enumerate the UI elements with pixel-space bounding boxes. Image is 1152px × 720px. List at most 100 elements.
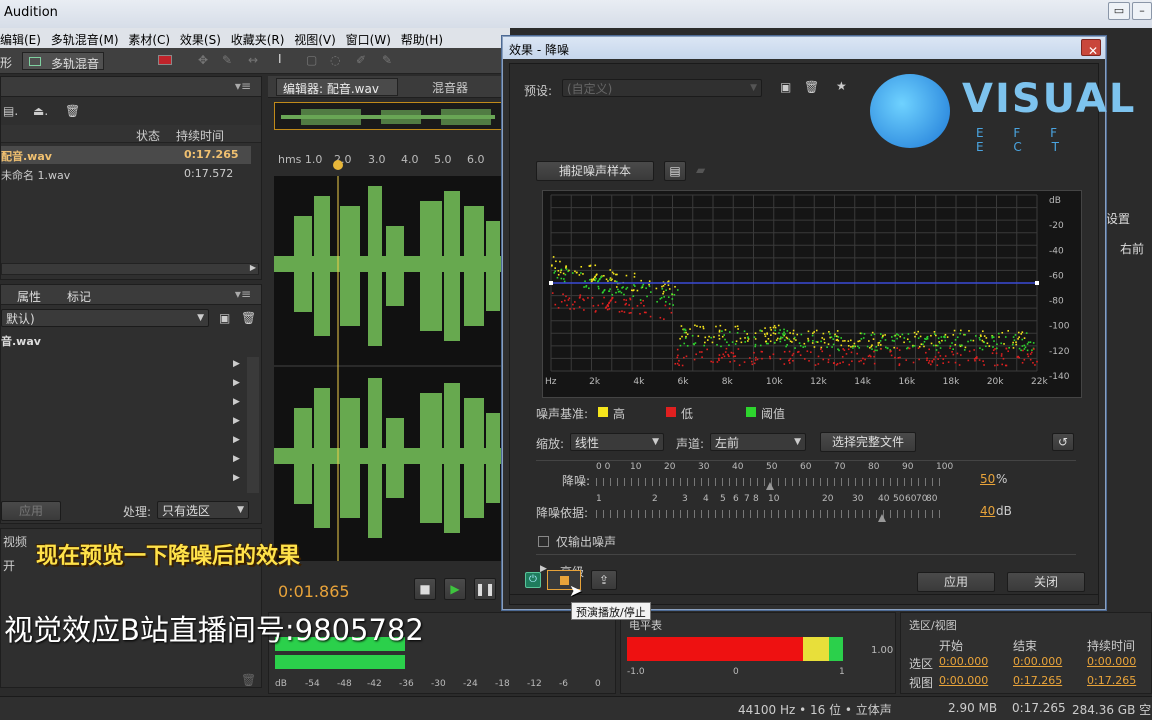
noise-point [607,280,609,282]
playhead-handle[interactable] [333,160,343,170]
menu-clip[interactable]: 素材(C) [128,28,176,48]
tab-editor[interactable]: 编辑器: 配音.wav [276,78,398,96]
view-duration[interactable]: 0:17.265 [1087,674,1136,687]
delete-preset-icon[interactable]: 🗑 [804,80,819,94]
save-preset-icon[interactable]: ▣ [780,80,791,94]
save-noise-button[interactable]: ▤ [664,161,686,181]
timeline-ruler[interactable]: hms 1.0 2.0 3.0 4.0 5.0 6.0 [274,150,502,172]
menu-help[interactable]: 帮助(H) [401,28,449,48]
favorite-star-icon[interactable]: ★ [836,79,847,93]
sel-end[interactable]: 0:00.000 [1013,655,1062,668]
loop-button[interactable]: ⇪ [591,570,617,590]
preset-dropdown[interactable]: 默认) ▼ [1,309,209,327]
menu-view[interactable]: 视图(V) [294,28,342,48]
slip-tool-icon[interactable]: ↔ [248,53,258,67]
stop-button[interactable]: ■ [414,578,436,600]
record-icon[interactable] [158,55,172,65]
slot-expand-icon[interactable]: ▶ [233,454,240,464]
apply-button[interactable]: 应用 [917,572,995,592]
menu-effects[interactable]: 效果(S) [180,28,227,48]
noise-point [1018,336,1020,338]
settings-label[interactable]: 设置 [1106,210,1130,227]
minimize-button[interactable]: – [1132,2,1152,20]
sel-start[interactable]: 0:00.000 [939,655,988,668]
delete-preset-icon[interactable]: 🗑 [241,311,256,325]
trash-icon[interactable]: 🗑 [241,673,256,687]
waveform-display[interactable] [274,176,502,561]
noise-point [827,361,830,364]
panel-menu-icon[interactable]: ▾≡ [235,79,251,93]
healing-tool-icon[interactable]: ✎ [382,53,392,67]
overview-bar[interactable] [274,102,502,130]
app-title: Audition [4,5,58,20]
dialog-close-button[interactable]: ✕ [1081,39,1101,58]
process-dropdown[interactable]: 只有选区 ▼ [157,501,249,519]
tab-markers[interactable]: 标记 [67,288,91,305]
lasso-tool-icon[interactable]: ◌ [330,53,340,67]
rack-vscrollbar[interactable] [247,357,259,493]
noise-profile-graph[interactable]: Hz 2k 4k 6k 8k 10k 12k 14k 16k 18k 20k 22k dB -20 -40 -… [542,190,1082,398]
move-tool-icon[interactable]: ✥ [198,53,208,67]
channel-select[interactable]: 左前 ▼ [710,433,806,451]
menu-multitrack[interactable]: 多轨混音(M) [51,28,125,48]
tab-mixer[interactable]: 混音器 [432,79,468,96]
sel-duration[interactable]: 0:00.000 [1087,655,1136,668]
reduce-by-slider[interactable]: 1 2 3 4 5 6 7 8 10 20 30 40 50 60 70 80 [596,494,946,522]
reduce-by-value[interactable]: 40 [980,504,995,518]
noise-point [796,333,799,336]
close-button[interactable]: 关闭 [1007,572,1085,592]
files-hscrollbar[interactable]: ▶ [1,263,259,275]
delete-icon[interactable]: 🗑 [65,104,80,118]
waveform-mode-label[interactable]: 形 [0,54,12,71]
power-toggle-icon[interactable]: ⏻ [525,572,541,588]
select-entire-file-button[interactable]: 选择完整文件 [820,432,916,452]
open-folder-icon[interactable]: ▰ [696,163,705,177]
noise-point [614,301,617,303]
capture-noise-button[interactable]: 捕捉噪声样本 [536,161,654,181]
slot-expand-icon[interactable]: ▶ [233,397,240,407]
noise-point [764,335,767,338]
apply-rack-button[interactable]: 应用 [1,501,61,521]
noise-point [597,280,600,282]
multitrack-button[interactable]: 多轨混音 [22,52,104,71]
scale-select[interactable]: 线性 ▼ [570,433,664,451]
reset-button[interactable]: ↺ [1052,433,1074,451]
x-tick-label: 22k [1031,377,1048,387]
noise-point [564,299,566,302]
panel-menu-icon[interactable]: ▾≡ [235,287,251,301]
save-preset-icon[interactable]: ▣ [219,311,230,325]
view-end[interactable]: 0:17.265 [1013,674,1062,687]
file-row[interactable]: 未命名 1.wav 0:17.572 [1,165,251,183]
play-button[interactable]: ▶ [444,578,466,600]
file-row[interactable]: 配音.wav 0:17.265 [1,146,251,164]
menu-window[interactable]: 窗口(W) [346,28,397,48]
time-select-tool-icon[interactable]: I [278,52,282,66]
import-icon[interactable]: ⏏. [33,104,48,118]
open-file-icon[interactable]: ▤. [3,104,18,118]
selection-row-label: 选区 [909,657,934,671]
reduction-slider[interactable]: 0 0 10 20 30 40 50 60 70 80 90 100 [596,462,953,490]
preset-select[interactable]: (自定义) ▼ [562,79,762,97]
razor-tool-icon[interactable]: ✎ [222,53,232,67]
marquee-tool-icon[interactable]: ▢ [306,53,317,67]
scroll-right-icon[interactable]: ▶ [250,263,256,272]
reduction-value[interactable]: 50 [980,472,995,486]
slot-expand-icon[interactable]: ▶ [233,473,240,483]
noise-point [1022,349,1024,352]
restore-button[interactable]: ▭ [1108,2,1130,20]
slot-expand-icon[interactable]: ▶ [233,359,240,369]
menu-edit[interactable]: 编辑(E) [0,28,47,48]
noise-point [933,333,936,335]
pause-button[interactable]: ❚❚ [474,578,496,600]
slot-expand-icon[interactable]: ▶ [233,378,240,388]
slot-expand-icon[interactable]: ▶ [233,416,240,426]
menu-favorites[interactable]: 收藏夹(R) [231,28,291,48]
tab-properties[interactable]: 属性 [17,288,41,305]
advanced-expand-icon[interactable]: ▶ [540,564,547,574]
brush-tool-icon[interactable]: ✐ [356,53,366,67]
output-noise-checkbox[interactable] [538,536,549,547]
noise-point [649,291,652,293]
noise-point [662,285,665,287]
view-start[interactable]: 0:00.000 [939,674,988,687]
slot-expand-icon[interactable]: ▶ [233,435,240,445]
